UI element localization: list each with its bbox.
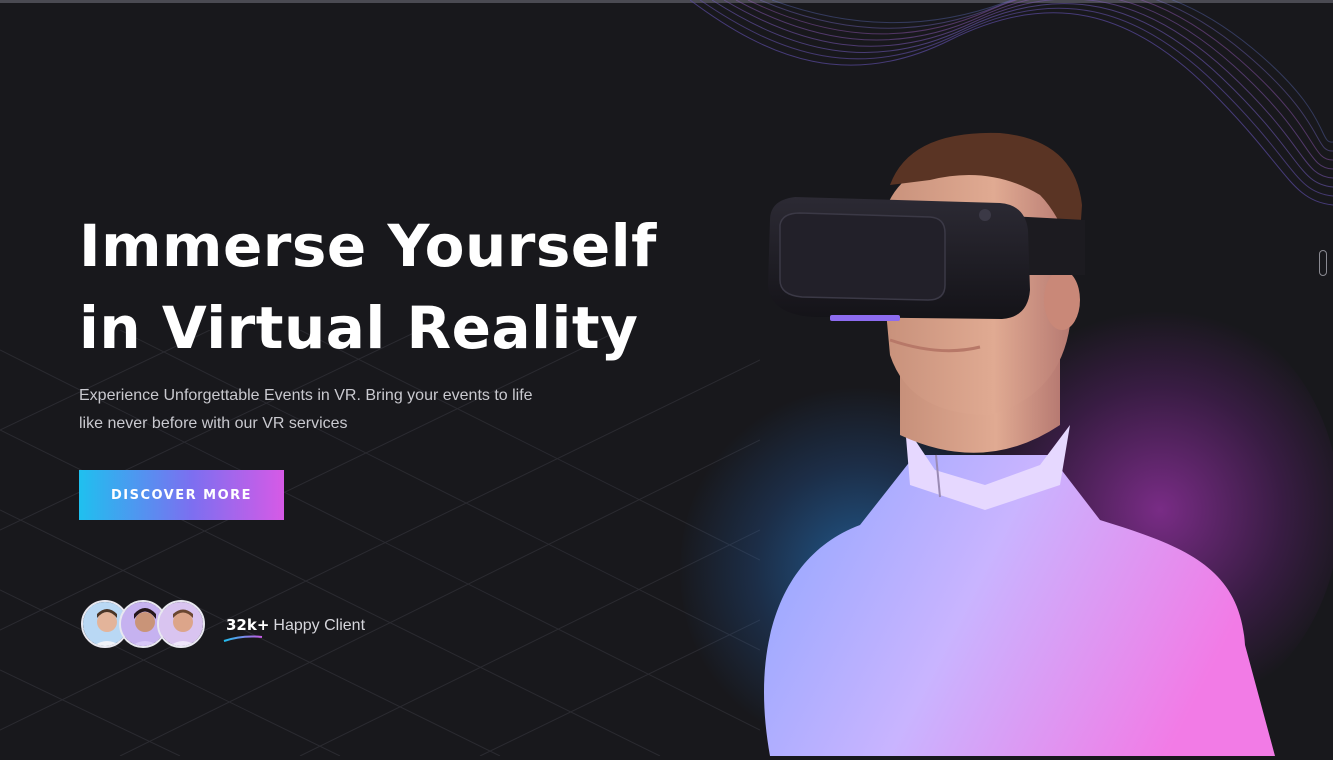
scroll-indicator-icon[interactable] (1319, 250, 1327, 276)
hero-title-line-2: in Virtual Reality (79, 294, 639, 362)
client-avatar-3 (157, 600, 205, 648)
vr-person-image (764, 132, 1275, 756)
client-avatars (81, 600, 211, 652)
underline-swoosh-icon (223, 635, 263, 642)
hero-title-line-1: Immerse Yourself (79, 212, 657, 280)
discover-more-button[interactable]: DISCOVER MORE (79, 470, 284, 520)
happy-clients-stat: 32k+ Happy Client (223, 616, 366, 642)
client-count: 32k+ (226, 616, 270, 634)
hero-subtitle: Experience Unforgettable Events in VR. B… (79, 387, 533, 432)
hero-title: Immerse Yourself in Virtual Reality (79, 205, 679, 369)
client-label: Happy Client (273, 617, 366, 634)
